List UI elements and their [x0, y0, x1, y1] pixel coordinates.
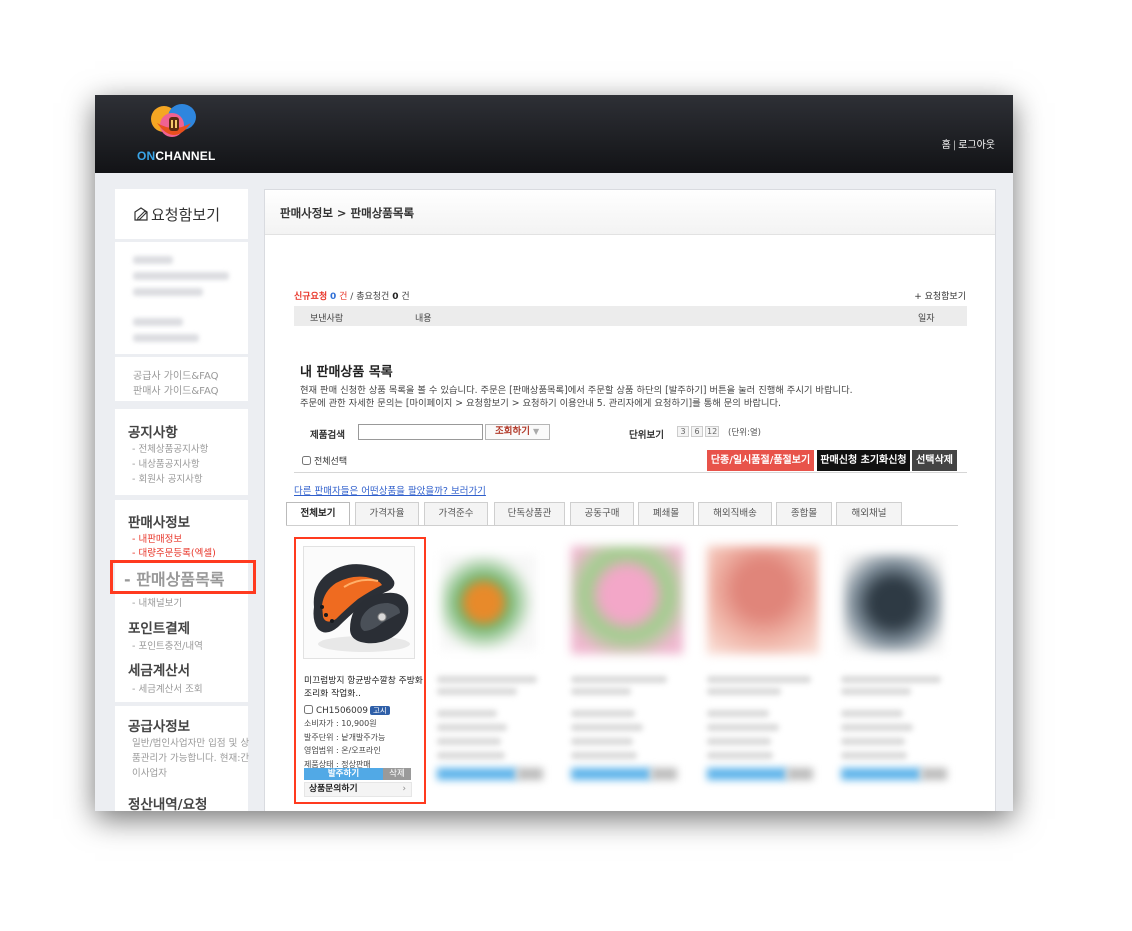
list-title: 내 판매상품 목록	[300, 365, 393, 380]
unit-option-3[interactable]: 3	[677, 426, 689, 437]
product-search-input[interactable]	[358, 424, 483, 440]
discontinued-view-button[interactable]: 단종/일시품절/품절보기	[707, 450, 814, 471]
chevron-down-icon: ▼	[532, 427, 540, 436]
product-select-input[interactable]	[304, 705, 313, 714]
view-inbox-link[interactable]: + 요청함보기	[914, 289, 966, 302]
point-title[interactable]: 포인트결제	[128, 617, 190, 637]
notice-member-link[interactable]: - 회원사 공지사항	[132, 471, 203, 485]
unit-option-12[interactable]: 12	[705, 426, 720, 437]
bulk-order-link[interactable]: - 대량주문등록(엑셀)	[132, 545, 216, 559]
top-links: 홈 | 로그아웃	[941, 140, 995, 151]
other-sellers-link[interactable]: 다른 판매자들은 어떤상품을 팔았을까? 보러가기	[294, 483, 486, 497]
seller-guide-link[interactable]: 판매사 가이드&FAQ	[133, 382, 219, 397]
tab-group-buy[interactable]: 공동구매	[570, 502, 634, 525]
breadcrumb: 판매사정보 > 판매상품목록	[280, 206, 415, 220]
chevron-right-icon: ›	[402, 784, 406, 794]
logo-heart-icon	[151, 104, 196, 137]
browser-frame: ONCHANNEL 홈 | 로그아웃 요청함보기 공급사 가이드&FAQ 판매사 가…	[95, 95, 1013, 811]
sales-range: 영업범위 : 온/오프라인	[304, 746, 381, 755]
unit-option-6[interactable]: 6	[691, 426, 703, 437]
notice-title[interactable]: 공지사항	[128, 421, 178, 441]
settlement-title[interactable]: 정산내역/요청	[128, 793, 207, 811]
onchannel-logo[interactable]: ONCHANNEL	[133, 103, 217, 165]
my-channel-link[interactable]: - 내채널보기	[132, 595, 182, 609]
tabs-underline	[286, 525, 958, 526]
supplier-section: 공급사정보 일반/법인사업자만 입점 및 상품관리가 가능합니다. 현재:간이사…	[115, 706, 250, 811]
request-summary: 신규요청 0 건 / 총요청건 0 건	[294, 292, 410, 302]
tab-all[interactable]: 전체보기	[286, 502, 350, 526]
search-label: 제품검색	[310, 430, 345, 441]
select-all-checkbox[interactable]: 전체선택	[302, 454, 347, 467]
notice-all-link[interactable]: - 전체상품공지사항	[132, 441, 208, 455]
delete-selected-button[interactable]: 선택삭제	[912, 450, 957, 471]
inbox-pencil-icon	[134, 207, 148, 221]
col-date: 일자	[918, 314, 935, 324]
sales-product-list-link[interactable]: - 판매상품목록	[124, 566, 225, 590]
unit-label: 단위보기	[629, 430, 664, 441]
shoe-image-drawing	[304, 547, 414, 658]
request-table-header: 보낸사람 내용 일자	[294, 306, 967, 326]
search-button[interactable]: 조회하기 ▼	[485, 424, 550, 440]
notice-badge: 고시	[369, 706, 390, 715]
product-code: CH1506009	[316, 706, 368, 716]
notice-section: 공지사항 - 전체상품공지사항 - 내상품공지사항 - 회원사 공지사항	[115, 409, 248, 495]
inbox-button[interactable]: 요청함보기	[115, 189, 248, 239]
tab-free-price[interactable]: 가격자율	[355, 502, 419, 525]
order-button[interactable]: 발주하기	[304, 768, 383, 780]
product-info: 소비자가 : 10,900원 발주단위 : 낱개발주가능 영업범위 : 온/오프…	[304, 717, 385, 771]
col-sender: 보낸사람	[310, 314, 344, 324]
home-link[interactable]: 홈	[942, 140, 951, 151]
order-unit: 발주단위 : 낱개발주가능	[304, 732, 386, 742]
reset-request-button[interactable]: 판매신청 초기화신청	[817, 450, 910, 471]
delete-button[interactable]: 삭제	[383, 768, 411, 780]
list-description: 현재 판매 신청한 상품 목록을 볼 수 있습니다. 주문은 [판매상품목록]에…	[300, 385, 853, 409]
notice-my-link[interactable]: - 내상품공지사항	[132, 456, 200, 470]
seller-section: 판매사정보 - 내판매정보 - 대량주문등록(엑셀) - 판매상품목록 - 내채…	[110, 500, 256, 702]
my-sales-info-link[interactable]: - 내판매정보	[132, 531, 182, 545]
tab-exclusive[interactable]: 단독상품관	[494, 502, 565, 525]
shoe-product-image[interactable]	[303, 546, 415, 659]
divider	[294, 472, 967, 473]
seller-title[interactable]: 판매사정보	[128, 511, 190, 531]
logo-text: ONCHANNEL	[137, 149, 216, 163]
tax-invoice-link[interactable]: - 세금계산서 조회	[132, 681, 203, 695]
logout-link[interactable]: 로그아웃	[958, 140, 995, 151]
guide-box: 공급사 가이드&FAQ 판매사 가이드&FAQ	[115, 357, 248, 401]
unit-note: (단위:열)	[728, 428, 761, 438]
product-inquiry-button[interactable]: 상품문의하기 ›	[304, 782, 412, 797]
tab-general-mall[interactable]: 종합몰	[776, 502, 832, 525]
main-header: 판매사정보 > 판매상품목록	[265, 190, 995, 235]
consumer-price: 소비자가 : 10,900원	[304, 719, 377, 728]
tab-overseas-shipping[interactable]: 해외직배송	[698, 502, 772, 525]
supplier-desc: 일반/법인사업자만 입점 및 상품관리가 가능합니다. 현재:간이사업자	[132, 738, 250, 779]
tab-overseas-channel[interactable]: 해외채널	[836, 502, 902, 525]
site-header: ONCHANNEL 홈 | 로그아웃	[95, 95, 1013, 173]
product-select-checkbox[interactable]: CH1506009 고시	[304, 705, 390, 716]
col-content: 내용	[415, 314, 432, 324]
supplier-title[interactable]: 공급사정보	[128, 715, 190, 735]
tab-fixed-price[interactable]: 가격준수	[424, 502, 488, 525]
select-all-input[interactable]	[302, 456, 311, 465]
tax-title[interactable]: 세금계산서	[128, 659, 190, 679]
tab-closed-mall[interactable]: 폐쇄몰	[638, 502, 694, 525]
user-info-blurred	[115, 242, 248, 354]
point-charge-link[interactable]: - 포인트충전/내역	[132, 638, 203, 652]
main-content: 판매사정보 > 판매상품목록 신규요청 0 건 / 총요청건 0 건 + 요청함…	[264, 189, 996, 811]
product-name[interactable]: 미끄럼방지 항균방수깔창 주방화 조리화 작업화..	[304, 675, 426, 700]
supplier-guide-link[interactable]: 공급사 가이드&FAQ	[133, 367, 219, 382]
